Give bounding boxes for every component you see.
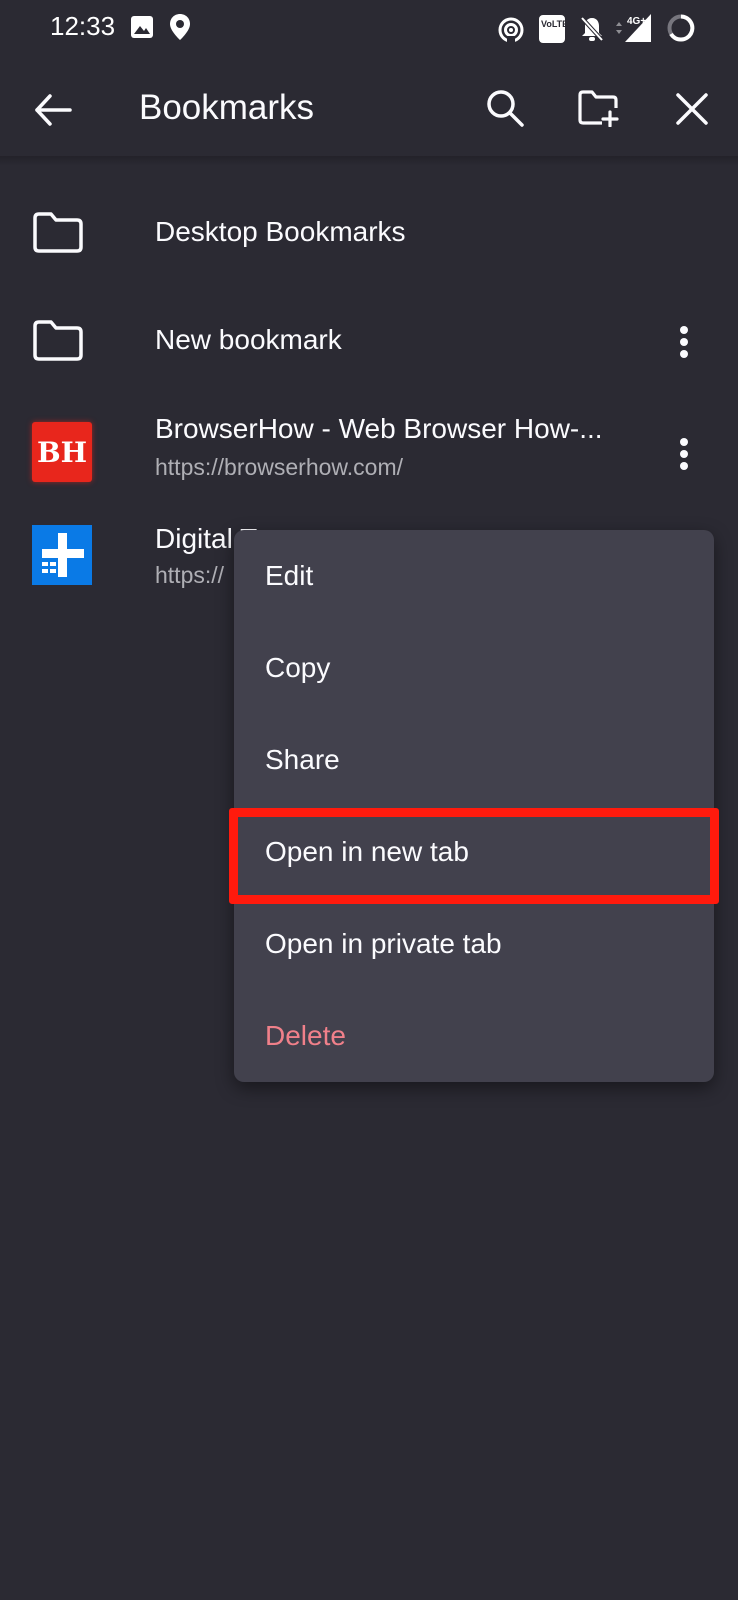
network-label: 4G+ — [627, 16, 646, 27]
image-icon — [131, 16, 153, 38]
hotspot-icon — [498, 17, 524, 44]
menu-item-delete[interactable]: Delete — [234, 990, 714, 1082]
page-title: Bookmarks — [139, 88, 315, 127]
bookmark-folder-desktop[interactable]: Desktop Bookmarks — [0, 180, 738, 280]
volte-icon: VoLTE — [539, 15, 569, 43]
plus-logo-icon — [42, 533, 84, 577]
folder-icon — [33, 212, 83, 253]
menu-item-share[interactable]: Share — [234, 714, 714, 806]
signal-4g-icon: 4G+ — [616, 14, 651, 42]
bookmark-url: https://browserhow.com/ — [155, 454, 403, 480]
menu-item-open-new-tab[interactable]: Open in new tab — [234, 806, 714, 898]
bookmark-title: New bookmark — [155, 324, 342, 355]
battery-ring-icon — [667, 14, 695, 42]
toolbar-divider — [0, 156, 738, 166]
status-time: 12:33 — [50, 11, 116, 41]
bookmark-item-browserhow[interactable]: BH BrowserHow - Web Browser How-... http… — [0, 398, 738, 498]
menu-item-copy[interactable]: Copy — [234, 622, 714, 714]
menu-item-edit[interactable]: Edit — [234, 530, 714, 622]
favicon-text: BH — [36, 435, 88, 469]
search-icon[interactable] — [485, 88, 525, 128]
toolbar: Bookmarks — [0, 56, 738, 162]
digital-favicon — [32, 525, 92, 585]
bookmark-url: https:// — [155, 562, 225, 588]
new-folder-icon[interactable] — [577, 89, 619, 127]
bookmark-title: Desktop Bookmarks — [155, 216, 406, 247]
bookmark-title: BrowserHow - Web Browser How-... — [155, 413, 603, 444]
bell-off-icon — [580, 16, 604, 42]
bookmark-folder-new[interactable]: New bookmark — [0, 288, 738, 388]
more-options-icon[interactable] — [669, 432, 699, 476]
menu-item-open-private-tab[interactable]: Open in private tab — [234, 898, 714, 990]
close-icon[interactable] — [675, 92, 709, 126]
back-arrow-icon[interactable] — [33, 90, 73, 130]
volte-label: VoLTE — [541, 19, 569, 29]
context-menu: Edit Copy Share Open in new tab Open in … — [234, 530, 714, 1082]
folder-icon — [33, 320, 83, 361]
location-pin-icon — [170, 14, 190, 40]
status-bar: 12:33 VoLTE 4G+ — [0, 0, 738, 56]
more-options-icon[interactable] — [669, 320, 699, 364]
browserhow-favicon: BH — [32, 422, 92, 482]
